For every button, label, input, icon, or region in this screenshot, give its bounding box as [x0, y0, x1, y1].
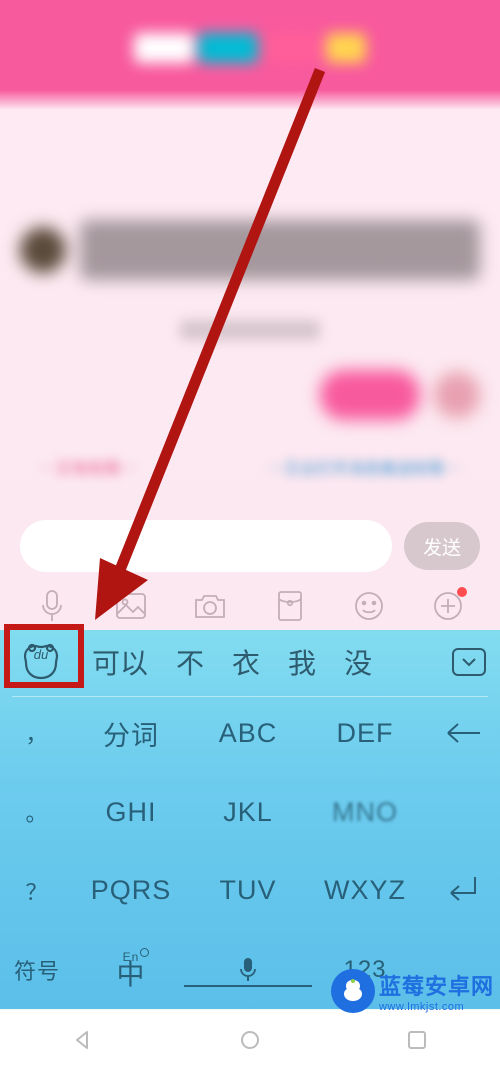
send-label: 发送 [423, 533, 461, 560]
lang-main: 中 [116, 961, 145, 989]
chevron-down-icon [452, 648, 486, 676]
key-grid: ， 分词 ABC DEF 。 GHI JKL MNO ？ PQRS TUV WX… [0, 694, 500, 1009]
key-mno[interactable]: MNO [308, 773, 422, 852]
timestamp-blur [180, 320, 320, 340]
chat-header-blur [0, 18, 500, 78]
notification-dot [457, 587, 467, 597]
key-jkl[interactable]: JKL [188, 773, 308, 852]
incoming-message [20, 220, 480, 280]
emoji-icon[interactable] [352, 589, 386, 623]
chat-toolbar [0, 580, 500, 632]
candidate-expand-button[interactable] [442, 640, 496, 684]
system-navbar [0, 1009, 500, 1069]
keyboard: du 可以 不 衣 我 没 ， 分词 ABC DEF 。 GHI JKL MNO [0, 630, 500, 1009]
lang-sup: En [123, 951, 140, 963]
message-bubble [80, 220, 480, 280]
redpacket-icon[interactable] [273, 589, 307, 623]
outgoing-message [20, 370, 480, 420]
image-icon[interactable] [114, 589, 148, 623]
watermark-logo-icon [331, 969, 375, 1013]
space-key[interactable] [188, 930, 308, 1009]
punct-key-period[interactable]: 。 [0, 773, 74, 852]
symbol-key[interactable]: 符号 [0, 930, 74, 1009]
system-tip: ⋯又有权限⋯ ⋯又云打开消息推送权限⋯ [40, 455, 460, 477]
key-wxyz[interactable]: WXYZ [308, 852, 422, 931]
candidate-list: 可以 不 衣 我 没 [78, 642, 442, 682]
nav-recent-icon[interactable] [404, 1027, 430, 1053]
avatar [434, 372, 480, 418]
send-button[interactable]: 发送 [404, 522, 480, 570]
backspace-key[interactable] [422, 694, 500, 773]
nav-back-icon[interactable] [70, 1027, 96, 1053]
candidate-divider [12, 696, 488, 697]
candidate-word[interactable]: 不 [162, 642, 218, 682]
camera-icon[interactable] [193, 589, 227, 623]
message-input[interactable] [20, 520, 392, 572]
message-bubble [320, 370, 420, 420]
watermark: 蓝莓安卓网 www.lmkjst.com [331, 969, 494, 1013]
key-tuv[interactable]: TUV [188, 852, 308, 931]
candidate-word[interactable]: 衣 [218, 642, 274, 682]
key-def[interactable]: DEF [308, 694, 422, 773]
tip-text-link: ⋯又云打开消息推送权限⋯ [268, 455, 460, 477]
avatar [20, 227, 66, 273]
punct-key-comma[interactable]: ， [0, 694, 74, 773]
ime-logo-text: du [34, 647, 48, 662]
watermark-text: 蓝莓安卓网 [379, 969, 494, 1001]
candidate-row: du 可以 不 衣 我 没 [0, 630, 500, 694]
punct-key-question[interactable]: ？ [0, 852, 74, 931]
nav-home-icon[interactable] [237, 1027, 263, 1053]
tip-text-left: ⋯又有权限⋯ [40, 455, 136, 477]
key-abc[interactable]: ABC [188, 694, 308, 773]
add-icon[interactable] [431, 589, 465, 623]
language-key[interactable]: En 中 [74, 930, 188, 1009]
key-fenci[interactable]: 分词 [74, 694, 188, 773]
candidate-word[interactable]: 可以 [78, 642, 162, 682]
mic-icon [238, 956, 258, 984]
candidate-word[interactable]: 我 [274, 642, 330, 682]
voice-icon[interactable] [35, 589, 69, 623]
ime-logo-button[interactable]: du [4, 630, 78, 694]
input-row: 发送 [20, 520, 480, 572]
candidate-word[interactable]: 没 [330, 642, 386, 682]
key-pqrs[interactable]: PQRS [74, 852, 188, 931]
key-ghi[interactable]: GHI [74, 773, 188, 852]
watermark-url: www.lmkjst.com [379, 1001, 494, 1013]
